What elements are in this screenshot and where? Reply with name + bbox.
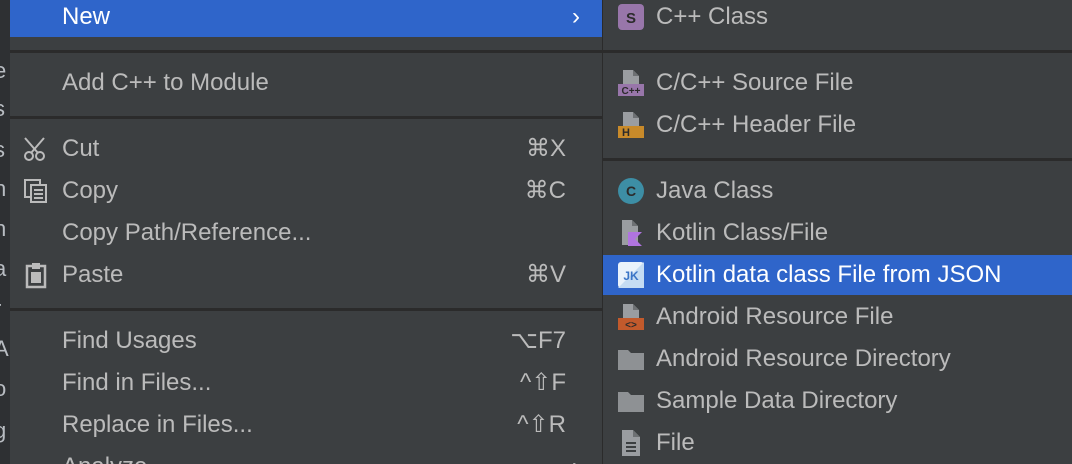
menu-item-label: File	[656, 429, 695, 456]
menu-item-find-in-files[interactable]: Find in Files... ^⇧F	[10, 363, 602, 403]
ide-glyph: h	[0, 216, 7, 241]
menu-item-replace-in-files[interactable]: Replace in Files... ^⇧R	[10, 405, 602, 445]
submenu-item-cpp-source-file[interactable]: C++ C/C++ Source File	[603, 63, 1072, 103]
copy-icon	[22, 177, 50, 205]
context-menu: New › Add C++ to Module Cut ⌘X Copy ⌘C C…	[10, 0, 602, 464]
menu-item-label: Copy	[62, 177, 119, 204]
badge-text: C	[626, 183, 636, 199]
submenu-item-java-class[interactable]: C Java Class	[603, 171, 1072, 211]
menu-item-label: Analyze	[62, 447, 147, 464]
new-submenu: S C++ Class C++ C/C++ Source File H C/C+…	[603, 0, 1072, 464]
menu-item-label: New	[62, 3, 111, 30]
submenu-item-android-resource-file[interactable]: <> Android Resource File	[603, 297, 1072, 337]
menu-item-analyze[interactable]: Analyze ›	[10, 447, 602, 464]
ide-glyph: s	[0, 139, 5, 161]
menu-item-label: Cut	[62, 135, 100, 162]
folder-icon	[617, 345, 645, 373]
ide-editor-edge: t e s s h h a r A o g	[0, 0, 10, 464]
menu-item-label: C/C++ Source File	[656, 69, 854, 96]
menu-item-label: Kotlin Class/File	[656, 219, 829, 246]
badge-text: JK	[623, 269, 639, 283]
cpp-class-icon: S	[617, 3, 645, 31]
menu-item-paste[interactable]: Paste ⌘V	[10, 255, 602, 295]
cpp-header-file-icon: H	[617, 111, 645, 139]
menu-separator	[10, 308, 602, 311]
menu-item-copy-path[interactable]: Copy Path/Reference...	[10, 213, 602, 253]
menu-item-new[interactable]: New ›	[10, 0, 602, 37]
clipboard-icon	[22, 261, 50, 289]
menu-item-copy[interactable]: Copy ⌘C	[10, 171, 602, 211]
menu-item-label: Android Resource File	[656, 303, 894, 330]
shortcut-label: ⌘X	[525, 135, 566, 162]
badge-text: S	[626, 10, 636, 27]
shortcut-label: ⌘V	[525, 261, 566, 288]
menu-item-label: Paste	[62, 261, 124, 288]
java-class-icon: C	[617, 177, 645, 205]
submenu-item-cpp-header-file[interactable]: H C/C++ Header File	[603, 105, 1072, 145]
ide-glyph: o	[0, 376, 7, 401]
submenu-item-kotlin-data-class-from-json[interactable]: JK Kotlin data class File from JSON	[603, 255, 1072, 295]
menu-separator	[603, 158, 1072, 161]
submenu-arrow-icon: ›	[572, 447, 580, 464]
badge-text: <>	[625, 320, 637, 331]
ide-glyph: a	[0, 256, 7, 281]
menu-separator	[603, 50, 1072, 53]
ide-glyph: s	[0, 98, 5, 120]
ide-glyph: r	[0, 298, 1, 320]
submenu-item-sample-data-directory[interactable]: Sample Data Directory	[603, 381, 1072, 421]
kotlin-file-icon	[617, 219, 645, 247]
cpp-source-file-icon: C++	[617, 69, 645, 97]
shortcut-label: ^⇧F	[519, 369, 566, 396]
shortcut-label: ⌥F7	[510, 327, 566, 354]
json-to-kotlin-icon: JK	[617, 261, 645, 289]
menu-item-label: Find in Files...	[62, 369, 212, 396]
menu-item-label: Sample Data Directory	[656, 387, 898, 414]
menu-separator	[10, 50, 602, 53]
menu-item-label: C/C++ Header File	[656, 111, 857, 138]
ide-glyph: g	[0, 418, 7, 443]
menu-separator	[10, 116, 602, 119]
menu-item-label: Replace in Files...	[62, 411, 253, 438]
badge-text: H	[622, 127, 630, 139]
ide-glyph: h	[0, 176, 7, 201]
menu-item-label: Copy Path/Reference...	[62, 219, 312, 246]
menu-item-label: Find Usages	[62, 327, 197, 354]
shortcut-label: ^⇧R	[517, 411, 566, 438]
scissors-icon	[22, 135, 50, 163]
menu-item-label: C++ Class	[656, 3, 769, 30]
android-resource-file-icon: <>	[617, 303, 645, 331]
menu-item-add-cpp-to-module[interactable]: Add C++ to Module	[10, 63, 602, 103]
ide-glyph: A	[0, 336, 9, 361]
ide-glyph: e	[0, 58, 7, 83]
badge-text: C++	[622, 86, 641, 97]
menu-item-label: Android Resource Directory	[656, 345, 951, 372]
menu-item-label: Java Class	[656, 177, 774, 204]
file-icon	[617, 429, 645, 457]
submenu-arrow-icon: ›	[572, 3, 580, 30]
menu-item-label: Kotlin data class File from JSON	[656, 261, 1002, 288]
menu-item-label: Add C++ to Module	[62, 69, 269, 96]
folder-icon	[617, 387, 645, 415]
menu-item-find-usages[interactable]: Find Usages ⌥F7	[10, 321, 602, 361]
menu-item-cut[interactable]: Cut ⌘X	[10, 129, 602, 169]
submenu-item-kotlin-class-file[interactable]: Kotlin Class/File	[603, 213, 1072, 253]
submenu-item-file[interactable]: File	[603, 423, 1072, 463]
shortcut-label: ⌘C	[524, 177, 566, 204]
submenu-item-cpp-class[interactable]: S C++ Class	[603, 0, 1072, 37]
submenu-item-android-resource-directory[interactable]: Android Resource Directory	[603, 339, 1072, 379]
